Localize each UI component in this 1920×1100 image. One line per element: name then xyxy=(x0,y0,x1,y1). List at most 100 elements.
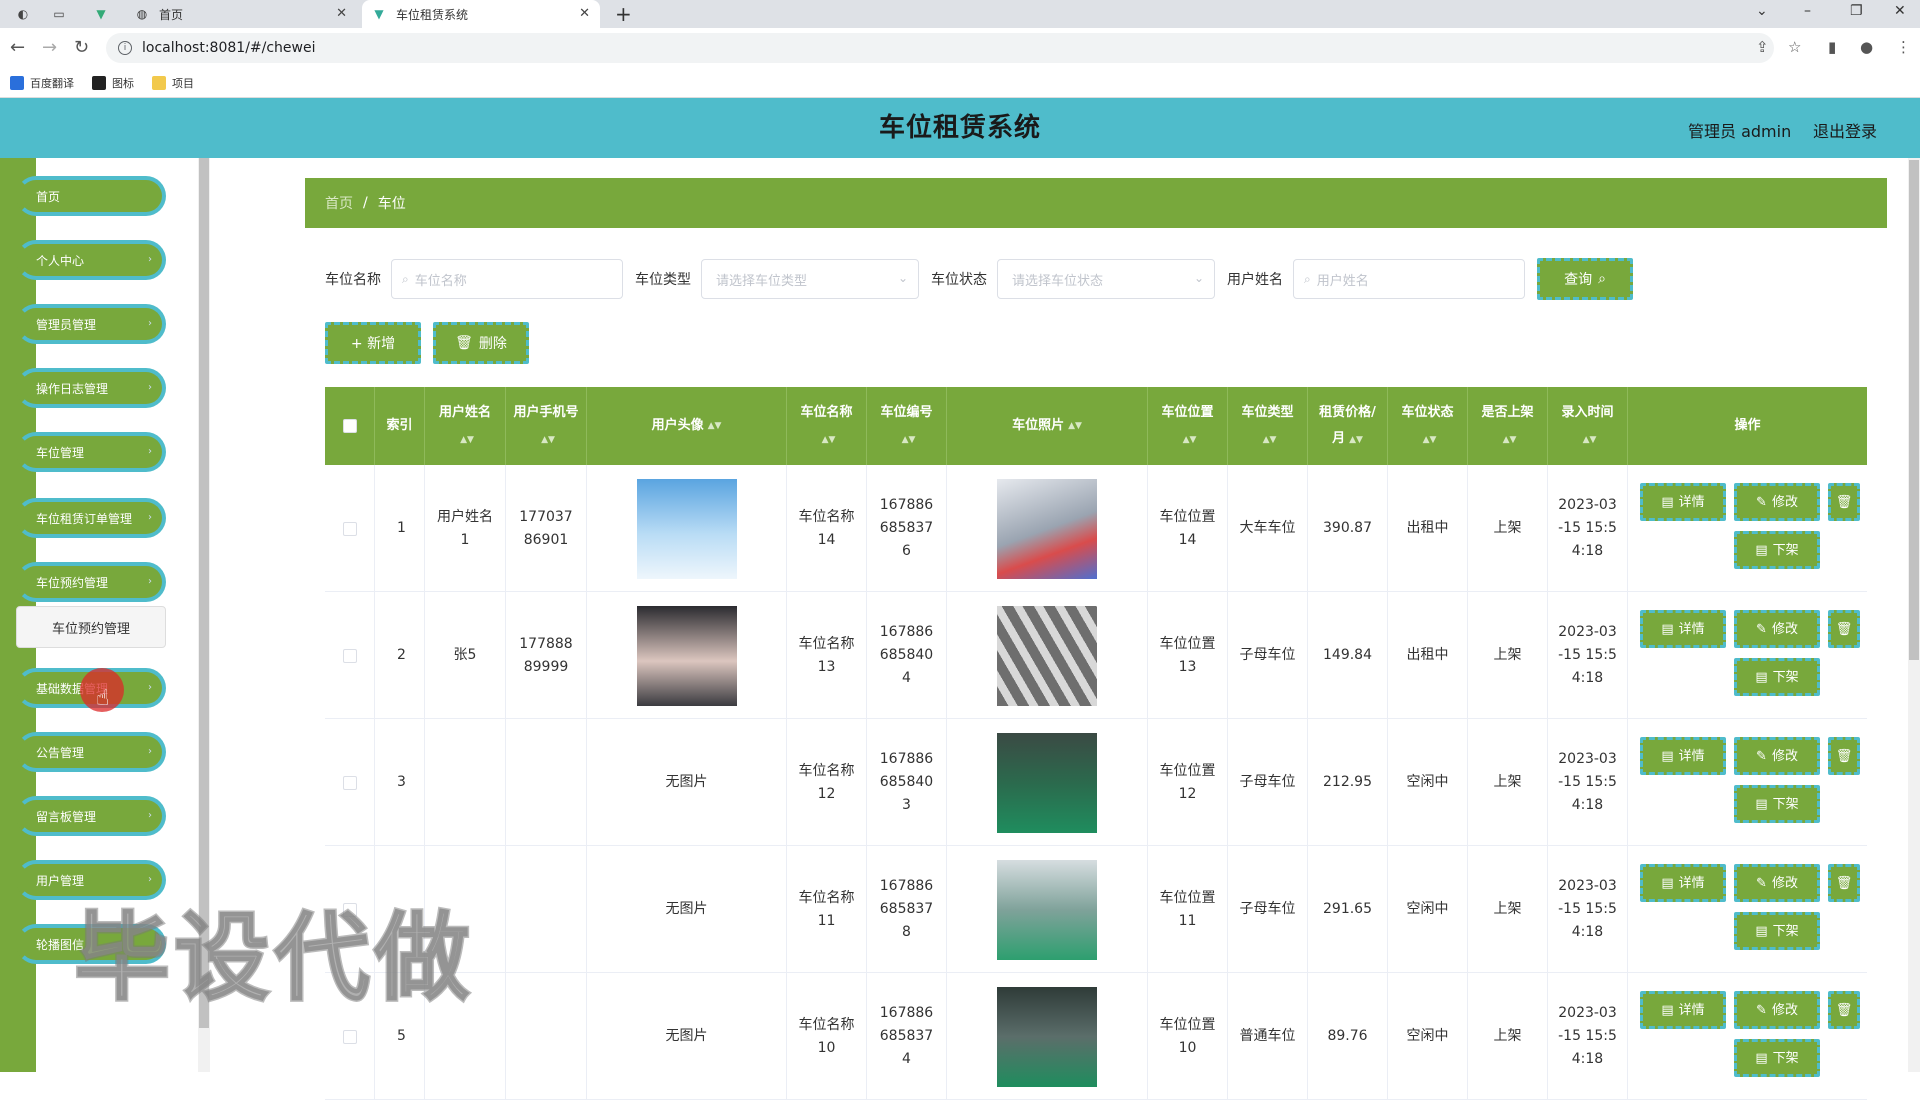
vue-tab-icon[interactable]: ▼ xyxy=(92,5,110,23)
sidepanel-icon[interactable]: ▮ xyxy=(1828,38,1836,56)
forward-button[interactable]: → xyxy=(42,37,57,58)
col-username[interactable]: 用户姓名 ▲▼ xyxy=(425,387,506,465)
edit-button[interactable]: ✎ 修改 xyxy=(1734,483,1820,521)
sidebar-item-admin[interactable]: 管理员管理 › xyxy=(16,304,166,344)
sidebar-item-messages[interactable]: 留言板管理 › xyxy=(16,796,166,836)
sidebar-item-log[interactable]: 操作日志管理 › xyxy=(16,368,166,408)
blank-tab-icon[interactable]: ▭ xyxy=(50,5,68,23)
close-icon[interactable]: ✕ xyxy=(336,6,347,21)
col-status[interactable]: 车位状态 ▲▼ xyxy=(1388,387,1468,465)
col-listed[interactable]: 是否上架 ▲▼ xyxy=(1468,387,1548,465)
unlist-button[interactable]: ▤ 下架 xyxy=(1734,531,1820,569)
detail-button[interactable]: ▤ 详情 xyxy=(1640,737,1726,775)
sort-icon[interactable]: ▲▼ xyxy=(1503,427,1517,453)
col-location[interactable]: 车位位置 ▲▼ xyxy=(1148,387,1228,465)
spot-type-select[interactable]: 请选择车位类型 ⌄ xyxy=(701,259,919,299)
col-spot-photo[interactable]: 车位照片 ▲▼ xyxy=(947,387,1148,465)
col-spot-no[interactable]: 车位编号 ▲▼ xyxy=(867,387,947,465)
bookmark-item[interactable]: 项目 xyxy=(152,75,194,91)
delete-button[interactable]: 🗑 删除 xyxy=(433,322,529,364)
url-field[interactable]: i localhost:8081/#/chewei xyxy=(106,33,1774,63)
reload-button[interactable]: ↻ xyxy=(74,37,89,58)
unlist-button[interactable]: ▤ 下架 xyxy=(1734,1039,1820,1077)
sidebar-item-home[interactable]: 首页 xyxy=(16,176,166,216)
unlist-button[interactable]: ▤ 下架 xyxy=(1734,658,1820,696)
row-checkbox[interactable] xyxy=(342,775,357,790)
sort-icon[interactable]: ▲▼ xyxy=(1349,427,1363,453)
sort-icon[interactable]: ▲▼ xyxy=(1423,427,1437,453)
sidebar-item-reservation[interactable]: 车位预约管理 › xyxy=(16,562,166,602)
button-label: 下架 xyxy=(1772,923,1799,939)
edit-button[interactable]: ✎ 修改 xyxy=(1734,864,1820,902)
sort-icon[interactable]: ▲▼ xyxy=(822,427,836,453)
browser-menu-icon[interactable]: ◐ xyxy=(14,5,32,23)
sort-icon[interactable]: ▲▼ xyxy=(1263,427,1277,453)
back-button[interactable]: ← xyxy=(10,37,25,58)
info-icon[interactable]: i xyxy=(118,41,132,55)
trash-button[interactable]: 🗑 xyxy=(1828,483,1860,521)
trash-button[interactable]: 🗑 xyxy=(1828,864,1860,902)
share-icon[interactable]: ⇪ xyxy=(1756,38,1769,56)
chevron-icon: › xyxy=(148,254,152,265)
edit-button[interactable]: ✎ 修改 xyxy=(1734,991,1820,1029)
add-button[interactable]: + 新增 xyxy=(325,322,421,364)
trash-button[interactable]: 🗑 xyxy=(1828,991,1860,1029)
bookmark-item[interactable]: 百度翻译 xyxy=(10,75,74,91)
detail-button[interactable]: ▤ 详情 xyxy=(1640,483,1726,521)
detail-button[interactable]: ▤ 详情 xyxy=(1640,610,1726,648)
detail-button[interactable]: ▤ 详情 xyxy=(1640,864,1726,902)
new-tab-button[interactable]: + xyxy=(615,2,632,26)
col-type[interactable]: 车位类型 ▲▼ xyxy=(1228,387,1308,465)
col-created[interactable]: 录入时间 ▲▼ xyxy=(1548,387,1628,465)
chevron-icon: › xyxy=(148,810,152,821)
sort-icon[interactable]: ▲▼ xyxy=(902,427,916,453)
sidebar-item-profile[interactable]: 个人中心 › xyxy=(16,240,166,280)
col-price[interactable]: 租赁价格/月 ▲▼ xyxy=(1308,387,1388,465)
sidebar-item-parking[interactable]: 车位管理 › xyxy=(16,432,166,472)
col-phone[interactable]: 用户手机号 ▲▼ xyxy=(506,387,587,465)
sort-icon[interactable]: ▲▼ xyxy=(1183,427,1197,453)
breadcrumb-home[interactable]: 首页 xyxy=(325,193,353,213)
col-avatar[interactable]: 用户头像 ▲▼ xyxy=(587,387,787,465)
sidebar-item-rental-orders[interactable]: 车位租赁订单管理 › xyxy=(16,498,166,538)
edit-button[interactable]: ✎ 修改 xyxy=(1734,610,1820,648)
edit-icon: ✎ xyxy=(1756,875,1767,891)
sidebar-item-notice[interactable]: 公告管理 › xyxy=(16,732,166,772)
tab-search-icon[interactable]: ⌄ xyxy=(1756,3,1768,19)
page-scroll-thumb[interactable] xyxy=(1909,160,1919,660)
tab-home[interactable]: ◍ 首页 ✕ xyxy=(125,0,357,28)
select-all-checkbox[interactable] xyxy=(342,419,357,433)
logout-link[interactable]: 退出登录 xyxy=(1813,118,1877,142)
col-spot-name[interactable]: 车位名称 ▲▼ xyxy=(787,387,867,465)
query-button[interactable]: 查询 ⌕ xyxy=(1537,258,1633,300)
user-name-input[interactable]: ⌕ 用户姓名 xyxy=(1293,259,1525,299)
sidebar-item-label: 车位租赁订单管理 xyxy=(36,511,133,526)
trash-button[interactable]: 🗑 xyxy=(1828,610,1860,648)
spot-status-select[interactable]: 请选择车位状态 ⌄ xyxy=(997,259,1215,299)
restore-button[interactable]: ❐ xyxy=(1850,3,1863,19)
bookmark-item[interactable]: 图标 xyxy=(92,75,134,91)
close-icon[interactable]: ✕ xyxy=(579,6,590,21)
submenu-item-reservation[interactable]: 车位预约管理 xyxy=(16,606,166,648)
trash-button[interactable]: 🗑 xyxy=(1828,737,1860,775)
more-icon[interactable]: ⋮ xyxy=(1896,38,1911,56)
sort-icon[interactable]: ▲▼ xyxy=(541,427,555,453)
tab-parking[interactable]: ▼ 车位租赁系统 ✕ xyxy=(362,0,600,28)
row-checkbox[interactable] xyxy=(342,1029,357,1044)
edit-button[interactable]: ✎ 修改 xyxy=(1734,737,1820,775)
spot-name-input[interactable]: ⌕ 车位名称 xyxy=(391,259,623,299)
close-window-button[interactable]: ✕ xyxy=(1894,3,1906,19)
row-checkbox[interactable] xyxy=(342,648,357,663)
detail-button[interactable]: ▤ 详情 xyxy=(1640,991,1726,1029)
star-icon[interactable]: ☆ xyxy=(1788,38,1801,56)
minimize-button[interactable]: – xyxy=(1804,3,1811,19)
sort-icon[interactable]: ▲▼ xyxy=(460,427,474,453)
unlist-button[interactable]: ▤ 下架 xyxy=(1734,912,1820,950)
unlist-button[interactable]: ▤ 下架 xyxy=(1734,785,1820,823)
sort-icon[interactable]: ▲▼ xyxy=(1068,413,1082,439)
profile-icon[interactable]: ● xyxy=(1860,38,1873,56)
row-checkbox[interactable] xyxy=(342,521,357,536)
sort-icon[interactable]: ▲▼ xyxy=(708,413,722,439)
cell-text: 1 xyxy=(397,520,406,536)
sort-icon[interactable]: ▲▼ xyxy=(1583,427,1597,453)
